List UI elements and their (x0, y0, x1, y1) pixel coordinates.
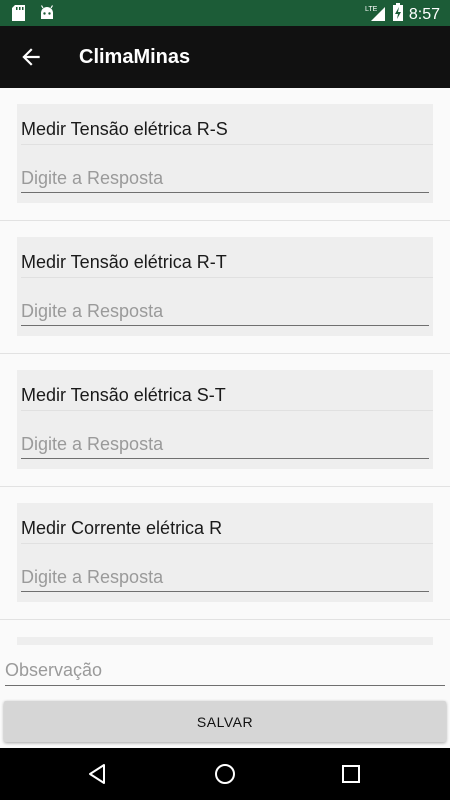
question-row: Medir Tensão elétrica R-S (0, 88, 450, 221)
divider (21, 543, 433, 544)
app-title: ClimaMinas (79, 46, 191, 68)
question-row: Medir Corrente elétrica R (0, 487, 450, 620)
question-label: Medir Tensão elétrica R-S (21, 119, 228, 139)
nav-home-button[interactable] (213, 762, 237, 786)
question-label: Medir Corrente elétrica R (21, 518, 223, 538)
nav-back-button[interactable] (86, 762, 110, 786)
app-bar: ClimaMinas (0, 26, 450, 88)
divider (21, 144, 433, 145)
navigation-bar (0, 748, 450, 800)
answer-input[interactable] (21, 297, 429, 326)
answer-input[interactable] (21, 430, 429, 459)
question-label: Medir Tensão elétrica R-T (21, 252, 227, 272)
question-row: Medir Tensão elétrica S-T (0, 354, 450, 487)
divider (21, 277, 433, 278)
question-card: Medir Tensão elétrica R-S (17, 104, 433, 203)
status-bar: LTE 8:57 (0, 0, 450, 26)
home-circle-icon (215, 764, 235, 784)
save-button[interactable]: SALVAR (4, 701, 446, 742)
android-icon (39, 5, 55, 26)
nav-recents-button[interactable] (339, 762, 363, 786)
divider (21, 410, 433, 411)
question-card: Medir Tensão elétrica S-T (17, 370, 433, 469)
question-row: Medir Tensão elétrica R-T (0, 221, 450, 354)
network-type-text: LTE (365, 6, 378, 13)
answer-input[interactable] (21, 563, 429, 592)
question-label: Medir Tensão elétrica S-T (21, 385, 226, 405)
question-card: Medir Corrente elétrica R (17, 503, 433, 602)
question-card-partial (17, 637, 433, 645)
back-button[interactable] (18, 44, 44, 70)
sd-card-icon (12, 5, 25, 26)
answer-input[interactable] (21, 164, 429, 193)
arrow-back-icon (22, 48, 40, 66)
back-triangle-icon (89, 764, 105, 784)
battery-charging-icon (392, 3, 403, 26)
status-time: 8:57 (408, 5, 440, 23)
observation-input[interactable] (5, 656, 445, 686)
signal-icon: LTE (365, 3, 387, 26)
questions-list[interactable]: Medir Tensão elétrica R-S Medir Tensão e… (0, 88, 450, 645)
recents-square-icon (342, 765, 360, 783)
question-card: Medir Tensão elétrica R-T (17, 237, 433, 336)
